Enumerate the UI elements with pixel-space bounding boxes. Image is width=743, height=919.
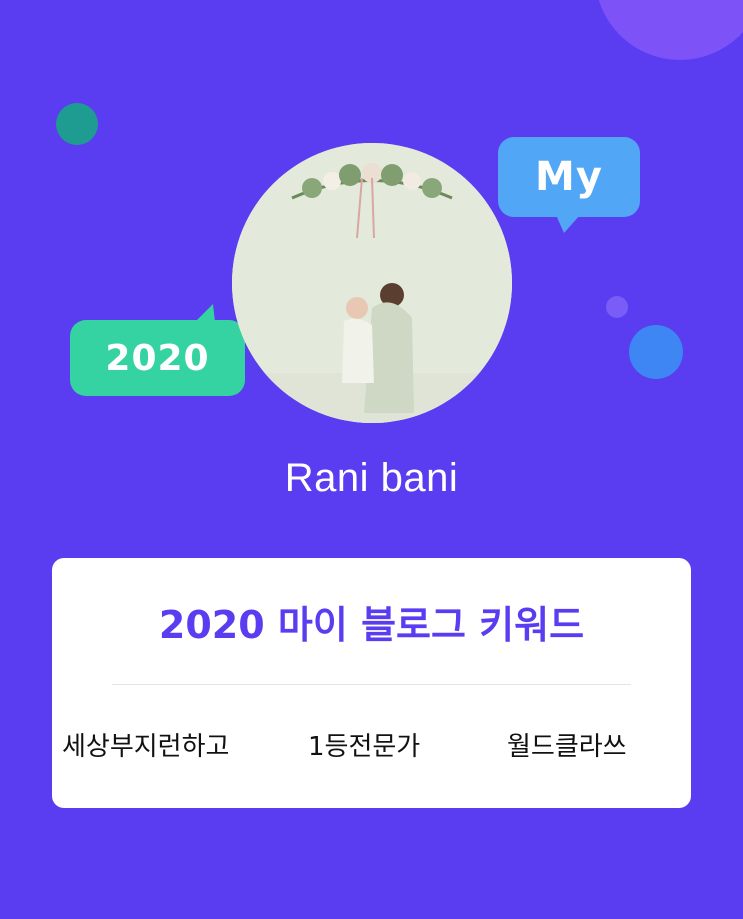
keyword-item: 1등전문가 <box>308 732 421 762</box>
decorative-dot-teal <box>56 103 98 145</box>
decorative-circle-top-right <box>595 0 743 60</box>
profile-photo <box>232 143 512 423</box>
profile-name: Rani bani <box>284 456 459 500</box>
year-bubble-label: 2020 <box>105 337 210 379</box>
my-bubble-label: My <box>535 154 603 200</box>
profile-avatar[interactable] <box>232 143 512 423</box>
year-speech-bubble: 2020 <box>70 304 245 396</box>
card-title: 2020 마이 블로그 키워드 <box>158 603 585 647</box>
keyword-item: 세상부지런하고 <box>62 732 230 762</box>
decorative-dot-violet <box>606 296 628 318</box>
bubble-tail <box>556 215 580 233</box>
my-speech-bubble: My <box>498 137 640 233</box>
keyword-item: 월드클라쓰 <box>507 732 627 762</box>
keyword-list: 세상부지런하고 1등전문가 월드클라쓰 <box>52 726 691 766</box>
keyword-card: 2020 마이 블로그 키워드 세상부지런하고 1등전문가 월드클라쓰 <box>52 558 691 808</box>
bubble-tail <box>195 304 215 322</box>
decorative-dot-blue <box>629 325 683 379</box>
card-divider <box>112 684 631 685</box>
